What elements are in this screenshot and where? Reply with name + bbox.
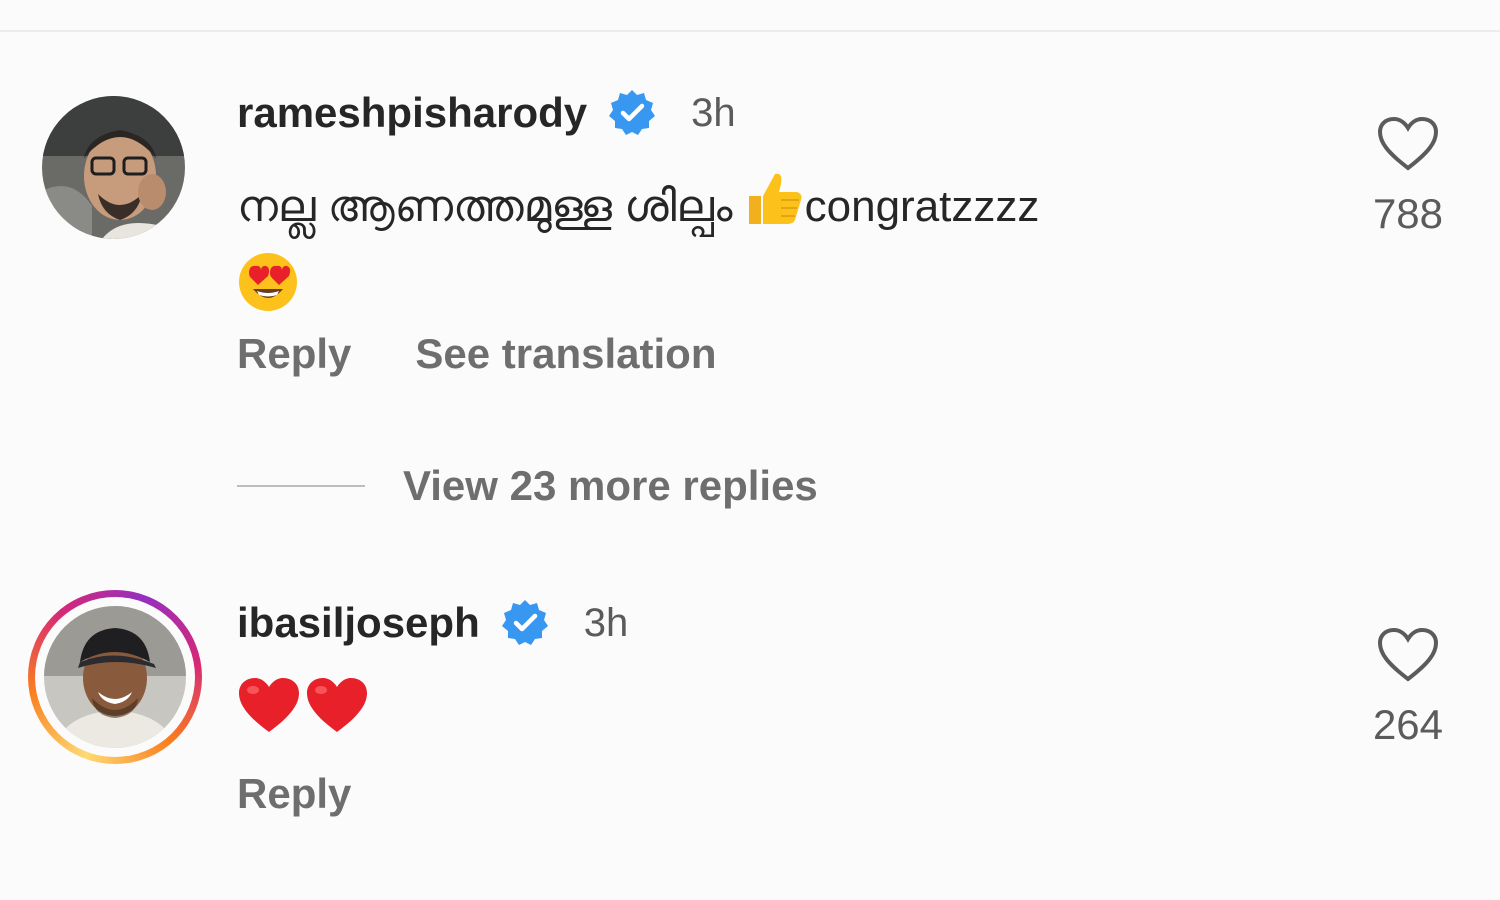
view-replies[interactable]: View 23 more replies bbox=[237, 462, 818, 510]
username[interactable]: rameshpisharody bbox=[237, 89, 587, 137]
view-replies-button[interactable]: View 23 more replies bbox=[403, 462, 818, 510]
comment-time: 3h bbox=[583, 600, 629, 645]
username[interactable]: ibasiljoseph bbox=[237, 599, 480, 647]
like-count: 788 bbox=[1372, 190, 1444, 237]
comment-body-suffix: congratzzzz bbox=[804, 182, 1040, 232]
thumbs-up-emoji bbox=[745, 168, 805, 251]
like-count: 264 bbox=[1372, 701, 1444, 748]
verified-badge-icon bbox=[500, 598, 550, 648]
avatar-rameshpisharody[interactable] bbox=[42, 96, 185, 239]
reply-button[interactable]: Reply bbox=[237, 330, 351, 378]
comments-screen: rameshpisharody 3h നല്ല ആണത്തമുള്ള ശില്പ… bbox=[0, 0, 1500, 900]
see-translation-button[interactable]: See translation bbox=[415, 330, 716, 378]
like-heart-icon[interactable] bbox=[1377, 627, 1439, 683]
verified-badge-icon bbox=[607, 88, 657, 138]
comment-text: നല്ല ആണത്തമുള്ള ശില്പം congratzzzz bbox=[237, 168, 1039, 336]
heart-eyes-emoji bbox=[237, 251, 299, 336]
avatar-ibasiljoseph[interactable] bbox=[44, 606, 186, 748]
comment-actions: Reply bbox=[237, 770, 351, 818]
comment-actions: Reply See translation bbox=[237, 330, 716, 378]
like-column: 264 bbox=[1358, 627, 1458, 749]
top-divider bbox=[0, 30, 1500, 32]
like-heart-icon[interactable] bbox=[1377, 116, 1439, 172]
red-heart-emoji bbox=[305, 676, 369, 757]
comment-body: നല്ല ആണത്തമുള്ള ശില്പം bbox=[237, 182, 733, 232]
like-column: 788 bbox=[1358, 116, 1458, 238]
comment-text bbox=[237, 676, 369, 757]
reply-button[interactable]: Reply bbox=[237, 770, 351, 818]
comment-header: ibasiljoseph 3h bbox=[237, 598, 628, 648]
comment-header: rameshpisharody 3h bbox=[237, 88, 736, 138]
red-heart-emoji bbox=[237, 676, 301, 757]
replies-divider bbox=[237, 485, 365, 487]
comment-time: 3h bbox=[691, 90, 736, 135]
